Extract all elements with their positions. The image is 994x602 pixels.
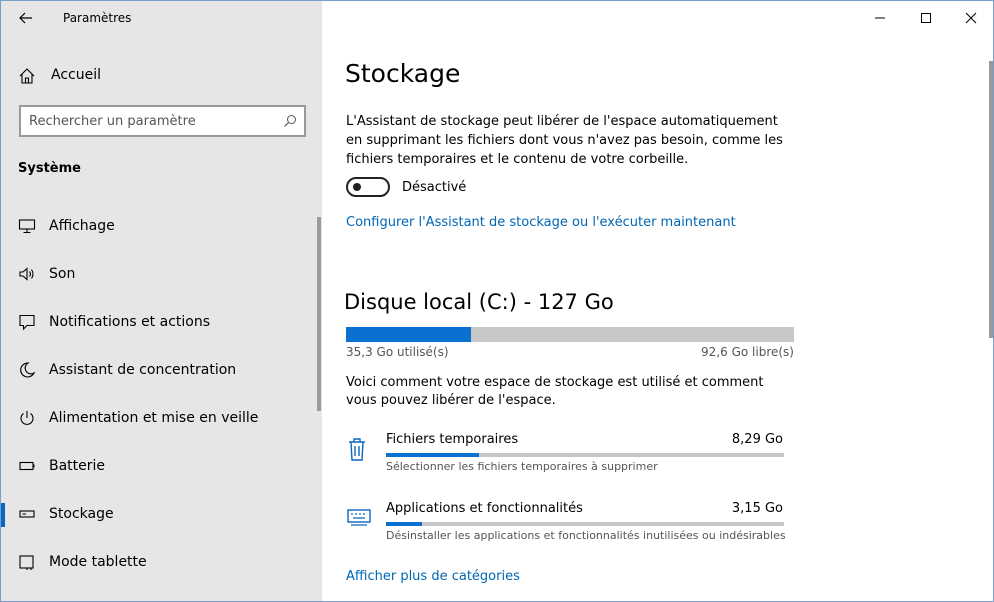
battery-icon [19, 461, 35, 471]
category-subtitle: Désinstaller les applications et fonctio… [386, 529, 786, 542]
disk-free-label: 92,6 Go libre(s) [701, 345, 794, 359]
app-title: Paramètres [63, 11, 132, 25]
category-size: 3,15 Go [731, 501, 783, 516]
sidebar-item-label: Batterie [49, 458, 106, 474]
page-title: Stockage [345, 59, 461, 88]
selection-indicator [1, 503, 5, 527]
back-arrow-icon [19, 12, 32, 24]
main-scrollbar[interactable] [989, 61, 993, 338]
sidebar-item-son[interactable]: Son [1, 253, 317, 297]
configure-storage-sense-link[interactable]: Configurer l'Assistant de stockage ou l'… [346, 215, 736, 230]
category-usage-fill [386, 522, 422, 526]
disk-usage-bar [346, 327, 794, 342]
category-usage-bar [386, 522, 784, 526]
sidebar-item-notifications[interactable]: Notifications et actions [1, 301, 317, 345]
sidebar-item-label: Accueil [51, 67, 101, 83]
sidebar-item-label: Affichage [49, 218, 115, 234]
settings-window: Paramètres Accueil Système Affichage Son… [0, 0, 994, 602]
sidebar-item-home[interactable]: Accueil [1, 61, 322, 91]
category-name: Fichiers temporaires [386, 432, 519, 447]
sidebar-item-alimentation[interactable]: Alimentation et mise en veille [1, 397, 317, 441]
storage-icon [19, 510, 35, 518]
display-icon [18, 219, 36, 234]
disk-usage-fill [346, 327, 471, 342]
category-name: Applications et fonctionnalités [386, 501, 583, 516]
toggle-knob [353, 183, 361, 191]
sidebar-item-label: Assistant de concentration [49, 362, 237, 378]
speaker-icon [19, 267, 34, 281]
category-subtitle: Sélectionner les fichiers temporaires à … [386, 460, 658, 473]
power-icon [20, 411, 34, 425]
main-content: Stockage L'Assistant de stockage peut li… [322, 1, 993, 601]
disk-title: Disque local (C:) - 127 Go [344, 290, 614, 314]
search-icon [284, 115, 296, 127]
search-input[interactable] [29, 112, 269, 130]
sidebar-item-batterie[interactable]: Batterie [1, 445, 317, 489]
toggle-label: Désactivé [402, 180, 467, 195]
section-title: Système [18, 161, 81, 176]
moon-icon [20, 362, 36, 378]
usage-description: Voici comment votre espace de stockage e… [346, 375, 764, 408]
sidebar-item-concentration[interactable]: Assistant de concentration [1, 349, 317, 393]
sidebar-item-label: Mode tablette [49, 554, 147, 570]
sidebar: Paramètres Accueil Système Affichage Son… [1, 1, 322, 601]
sidebar-item-label: Alimentation et mise en veille [49, 410, 259, 426]
sidebar-item-label: Stockage [49, 506, 114, 522]
category-temp-files[interactable]: Fichiers temporaires 8,29 Go Sélectionne… [342, 432, 792, 486]
disk-used-label: 35,3 Go utilisé(s) [346, 345, 449, 359]
tablet-icon [19, 555, 34, 570]
category-size: 8,29 Go [731, 432, 783, 447]
category-usage-bar [386, 453, 784, 457]
sidebar-item-label: Son [49, 266, 76, 282]
sidebar-item-stockage[interactable]: Stockage [1, 493, 317, 537]
sidebar-scrollbar[interactable] [317, 217, 321, 411]
category-usage-fill [386, 453, 480, 457]
category-apps[interactable]: Applications et fonctionnalités 3,15 Go … [342, 501, 792, 555]
storage-sense-toggle[interactable] [346, 177, 390, 197]
back-button[interactable] [15, 7, 37, 29]
home-icon [19, 68, 35, 84]
sidebar-item-affichage[interactable]: Affichage [1, 205, 317, 249]
trash-icon [349, 438, 365, 461]
notification-icon [19, 314, 35, 331]
storage-sense-description: L'Assistant de stockage peut libérer de … [346, 114, 783, 167]
sidebar-item-tablette[interactable]: Mode tablette [1, 541, 317, 585]
sidebar-item-label: Notifications et actions [49, 314, 211, 330]
keyboard-icon [347, 509, 371, 526]
show-more-categories-link[interactable]: Afficher plus de catégories [346, 569, 520, 584]
search-box[interactable] [19, 105, 306, 137]
